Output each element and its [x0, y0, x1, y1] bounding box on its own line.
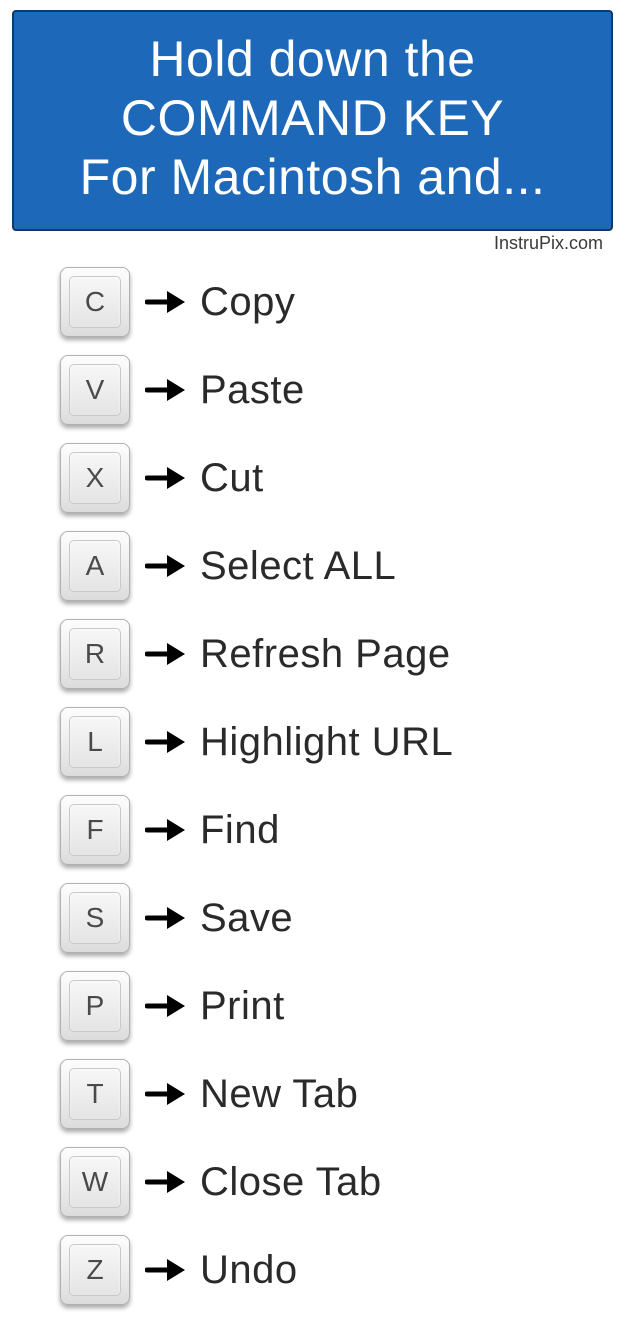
arrow-right-icon [130, 288, 200, 316]
arrow-right-icon [130, 1168, 200, 1196]
shortcut-row: C Copy [60, 258, 625, 346]
shortcut-row: L Highlight URL [60, 698, 625, 786]
header-line-1: Hold down the [24, 30, 601, 89]
keycap: C [60, 267, 130, 337]
keycap-letter: T [86, 1078, 103, 1110]
keycap-letter: S [86, 902, 105, 934]
keycap-letter: X [86, 462, 105, 494]
header-line-2: COMMAND KEY [24, 89, 601, 148]
shortcut-row: R Refresh Page [60, 610, 625, 698]
keycap: Z [60, 1235, 130, 1305]
shortcut-action: Select ALL [200, 544, 396, 589]
arrow-right-icon [130, 464, 200, 492]
keycap: P [60, 971, 130, 1041]
keycap: F [60, 795, 130, 865]
shortcut-row: V Paste [60, 346, 625, 434]
arrow-right-icon [130, 1080, 200, 1108]
keycap-letter: P [86, 990, 105, 1022]
keycap-letter: L [87, 726, 103, 758]
shortcut-action: Refresh Page [200, 632, 451, 677]
shortcut-row: T New Tab [60, 1050, 625, 1138]
shortcut-row: F Find [60, 786, 625, 874]
keycap-letter: V [86, 374, 105, 406]
arrow-right-icon [130, 1256, 200, 1284]
shortcut-row: Z Undo [60, 1226, 625, 1314]
shortcut-action: Print [200, 984, 285, 1029]
header-line-3: For Macintosh and... [24, 148, 601, 207]
keycap: V [60, 355, 130, 425]
shortcut-action: Save [200, 896, 293, 941]
keycap-letter: A [86, 550, 105, 582]
keycap: W [60, 1147, 130, 1217]
arrow-right-icon [130, 640, 200, 668]
keycap: S [60, 883, 130, 953]
arrow-right-icon [130, 728, 200, 756]
shortcut-action: Paste [200, 368, 305, 413]
arrow-right-icon [130, 552, 200, 580]
shortcut-row: W Close Tab [60, 1138, 625, 1226]
attribution-text: InstruPix.com [0, 231, 625, 254]
shortcut-row: X Cut [60, 434, 625, 522]
shortcut-action: New Tab [200, 1072, 358, 1117]
keycap: R [60, 619, 130, 689]
shortcut-action: Copy [200, 280, 295, 325]
header-banner: Hold down the COMMAND KEY For Macintosh … [12, 10, 613, 231]
keycap-letter: Z [86, 1254, 103, 1286]
arrow-right-icon [130, 904, 200, 932]
shortcut-action: Undo [200, 1248, 298, 1293]
keycap: L [60, 707, 130, 777]
shortcut-action: Cut [200, 456, 264, 501]
shortcut-action: Close Tab [200, 1160, 382, 1205]
arrow-right-icon [130, 376, 200, 404]
keycap: T [60, 1059, 130, 1129]
keycap-letter: F [86, 814, 103, 846]
keycap-letter: W [82, 1166, 108, 1198]
shortcut-action: Find [200, 808, 280, 853]
shortcut-row: P Print [60, 962, 625, 1050]
shortcut-action: Highlight URL [200, 720, 453, 765]
keycap-letter: C [85, 286, 105, 318]
shortcut-list: C CopyV PasteX CutA Select ALLR Refresh … [0, 254, 625, 1314]
arrow-right-icon [130, 816, 200, 844]
arrow-right-icon [130, 992, 200, 1020]
shortcut-row: A Select ALL [60, 522, 625, 610]
keycap-letter: R [85, 638, 105, 670]
keycap: A [60, 531, 130, 601]
shortcut-row: S Save [60, 874, 625, 962]
keycap: X [60, 443, 130, 513]
